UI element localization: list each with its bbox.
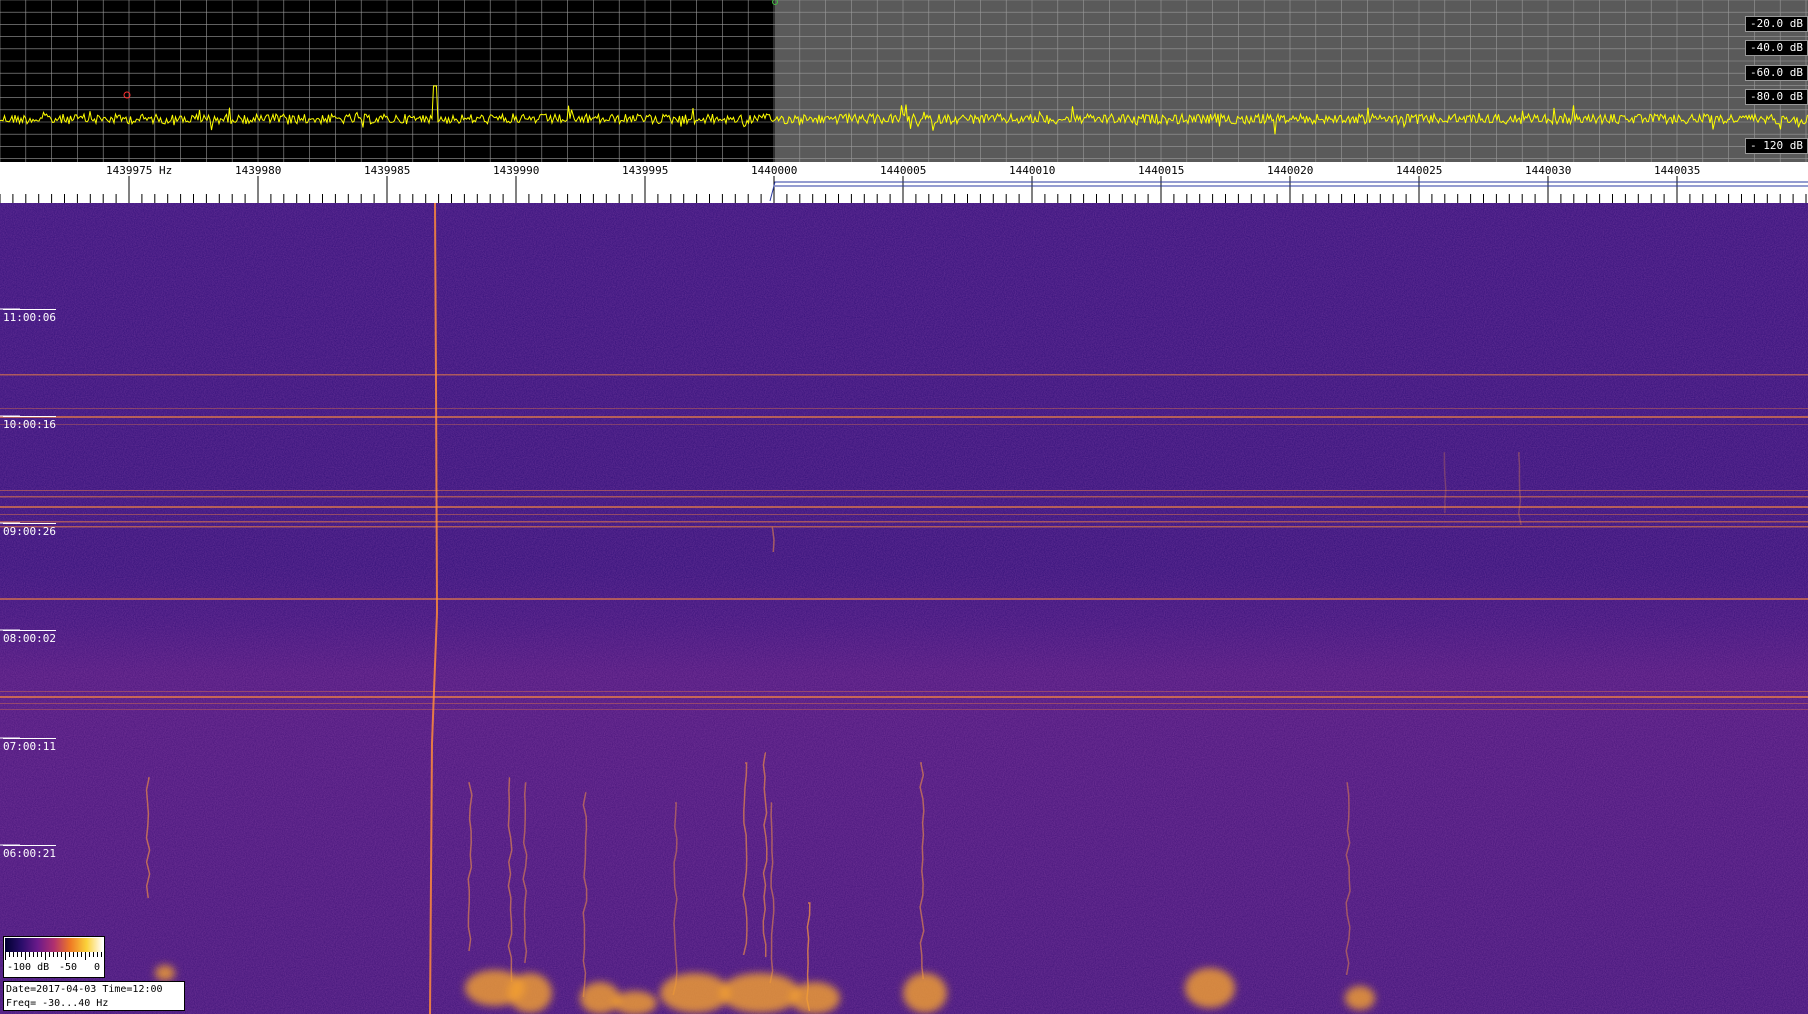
info-freq-range: Freq= -30...40 Hz bbox=[6, 998, 109, 1009]
freq-label-1440020: 1440020 bbox=[1267, 164, 1314, 177]
time-label-08-00-02: 08:00:02 bbox=[3, 630, 56, 645]
freq-label-1440030: 1440030 bbox=[1525, 164, 1572, 177]
freq-label-1440005: 1440005 bbox=[880, 164, 927, 177]
db-label-120: - 120 dB bbox=[1745, 138, 1808, 154]
color-scale-ticks bbox=[5, 952, 102, 960]
freq-label-1439990: 1439990 bbox=[493, 164, 540, 177]
freq-label-1439995: 1439995 bbox=[622, 164, 669, 177]
freq-label-1439975: 1439975 Hz bbox=[106, 164, 173, 177]
freq-label-1439980: 1439980 bbox=[235, 164, 282, 177]
color-gradient bbox=[5, 938, 103, 952]
time-label-07-00-11: 07:00:11 bbox=[3, 738, 56, 753]
db-label-80: -80.0 dB bbox=[1745, 89, 1808, 105]
frequency-ticks bbox=[0, 176, 1807, 203]
freq-label-1440000: 1440000 bbox=[751, 164, 798, 177]
freq-label-1440010: 1440010 bbox=[1009, 164, 1056, 177]
freq-label-1440015: 1440015 bbox=[1138, 164, 1185, 177]
passband-bracket bbox=[769, 181, 1808, 202]
freq-label-1440035: 1440035 bbox=[1654, 164, 1701, 177]
color-scale-min: -100 dB bbox=[7, 962, 50, 973]
color-scale-max: 0 bbox=[94, 962, 101, 973]
waterfall-noise bbox=[0, 203, 1808, 1014]
time-label-06-00-21: 06:00:21 bbox=[3, 845, 56, 860]
info-box: Date=2017-04-03 Time=12:00 Freq= -30...4… bbox=[3, 981, 185, 1011]
waterfall-spectrogram[interactable] bbox=[0, 203, 1808, 1014]
freq-label-1439985: 1439985 bbox=[364, 164, 411, 177]
freq-label-1440025: 1440025 bbox=[1396, 164, 1443, 177]
time-label-11-00-06: 11:00:06 bbox=[3, 309, 56, 324]
color-scale-legend: -100 dB -50 0 bbox=[3, 936, 105, 978]
db-label-20: -20.0 dB bbox=[1745, 16, 1808, 32]
spectrum-display[interactable] bbox=[0, 0, 1808, 162]
time-label-09-00-26: 09:00:26 bbox=[3, 523, 56, 538]
time-label-10-00-16: 10:00:16 bbox=[3, 416, 56, 431]
db-label-40: -40.0 dB bbox=[1745, 40, 1808, 56]
color-scale-mid: -50 bbox=[59, 962, 78, 973]
db-label-60: -60.0 dB bbox=[1745, 65, 1808, 81]
info-date-time: Date=2017-04-03 Time=12:00 bbox=[6, 984, 163, 995]
